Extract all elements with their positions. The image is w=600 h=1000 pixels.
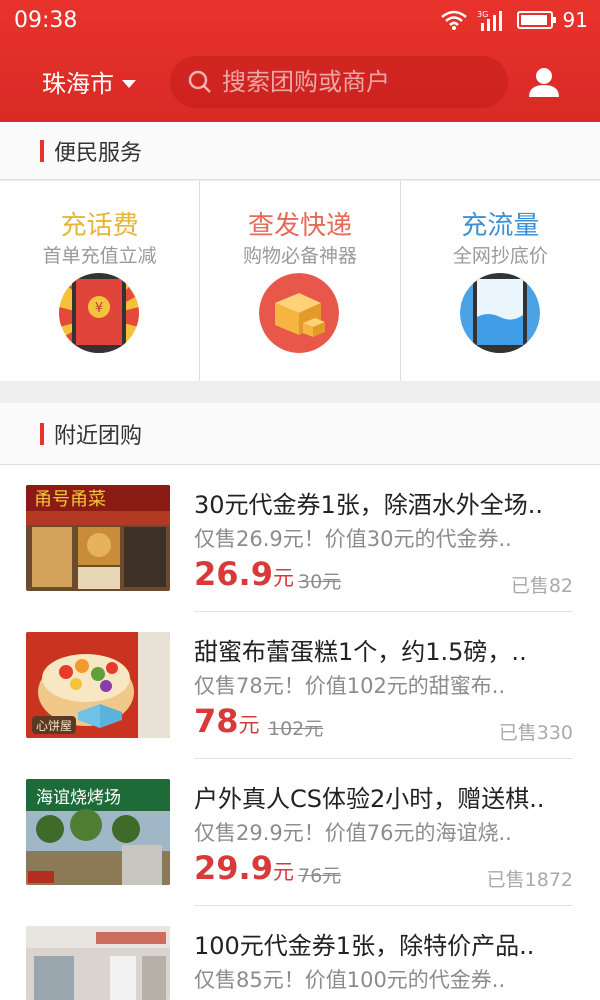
service-subtitle: 全网抄底价 bbox=[452, 245, 548, 267]
deal-sold-count: 已售82 bbox=[510, 575, 573, 597]
svg-text:¥: ¥ bbox=[95, 301, 103, 316]
service-subtitle: 首单充值立减 bbox=[42, 245, 157, 267]
service-subtitle: 购物必备神器 bbox=[242, 245, 357, 267]
chevron-down-icon bbox=[122, 79, 136, 88]
service-title: 充话费 bbox=[60, 211, 139, 241]
user-profile-icon[interactable] bbox=[528, 66, 560, 98]
top-bar: 09:38 3G 91 珠海市 bbox=[0, 0, 600, 122]
deal-thumbnail-restaurant: 甬号甬菜 bbox=[26, 485, 170, 591]
price-value: 26.9 bbox=[194, 555, 273, 593]
deal-item[interactable]: 心饼屋 甜蜜布蕾蛋糕1个，约1.5磅，.. 仅售78元！价值102元的甜蜜布..… bbox=[0, 612, 600, 759]
deal-original-price: 76元 bbox=[298, 865, 342, 887]
app-header: 珠海市 bbox=[0, 42, 600, 122]
deal-item[interactable]: 甬号甬菜 30元代金券1张，除酒水外全场.. 仅售26.9元！价值30元的代金券… bbox=[0, 465, 600, 612]
status-time: 09:38 bbox=[14, 8, 78, 33]
deal-item[interactable]: 海谊烧烤场 户外真人CS体验2小时，赠送棋.. 仅售29.9元！价值76元的海谊… bbox=[0, 759, 600, 906]
nearby-section-header: 附近团购 bbox=[0, 403, 600, 465]
bbq-sign-text: 海谊烧烤场 bbox=[36, 788, 121, 808]
deal-description: 仅售85元！价值100元的代金券.. bbox=[194, 968, 506, 992]
deal-title: 30元代金券1张，除酒水外全场.. bbox=[194, 491, 544, 519]
phone-redpacket-icon: ¥ bbox=[59, 273, 139, 353]
deal-sold-count: 已售1872 bbox=[486, 869, 573, 891]
bakery-logo-text: 心饼屋 bbox=[36, 719, 72, 733]
service-phone-recharge[interactable]: 充话费 首单充值立减 ¥ bbox=[0, 181, 201, 381]
deal-title: 100元代金券1张，除特价产品.. bbox=[194, 932, 535, 960]
battery-level: 91 bbox=[562, 8, 588, 32]
service-title: 查发快递 bbox=[247, 211, 352, 241]
restaurant-sign-text: 甬号甬菜 bbox=[34, 489, 106, 510]
section-accent-bar bbox=[40, 422, 44, 445]
price-unit: 元 bbox=[272, 860, 294, 884]
search-icon bbox=[188, 70, 211, 93]
price-unit: 元 bbox=[272, 566, 294, 590]
price-unit: 元 bbox=[238, 713, 260, 737]
deal-thumbnail-shop bbox=[26, 926, 170, 1000]
deal-title: 甜蜜布蕾蛋糕1个，约1.5磅，.. bbox=[194, 638, 527, 666]
deal-sold-count: 已售330 bbox=[498, 722, 573, 744]
city-name: 珠海市 bbox=[42, 70, 114, 98]
nearby-section-title: 附近团购 bbox=[54, 423, 143, 449]
deal-thumbnail-bbq: 海谊烧烤场 bbox=[26, 779, 170, 885]
deal-thumbnail-cake: 心饼屋 bbox=[26, 632, 170, 738]
service-title: 充流量 bbox=[461, 211, 540, 241]
deal-title: 户外真人CS体验2小时，赠送棋.. bbox=[194, 785, 545, 813]
service-data-recharge[interactable]: 充流量 全网抄底价 bbox=[401, 181, 600, 381]
services-section-title: 便民服务 bbox=[54, 140, 143, 166]
deal-price: 26.9元 bbox=[194, 555, 294, 593]
phone-water-icon bbox=[459, 273, 540, 353]
deal-list: 甬号甬菜 30元代金券1张，除酒水外全场.. 仅售26.9元！价值30元的代金券… bbox=[0, 465, 600, 1000]
deal-description: 仅售26.9元！价值30元的代金券.. bbox=[194, 527, 512, 551]
battery-icon bbox=[516, 11, 556, 29]
search-bar[interactable] bbox=[170, 56, 508, 108]
section-accent-bar bbox=[40, 139, 44, 162]
deal-description: 仅售29.9元！价值76元的海谊烧.. bbox=[194, 821, 512, 845]
cellular-signal-icon: 3G bbox=[477, 9, 507, 31]
deal-price: 29.9元 bbox=[194, 849, 294, 887]
deal-description: 仅售78元！价值102元的甜蜜布.. bbox=[194, 674, 506, 698]
service-express-tracking[interactable]: 查发快递 购物必备神器 bbox=[200, 181, 401, 381]
deal-original-price: 30元 bbox=[298, 571, 342, 593]
deal-item[interactable]: 100元代金券1张，除特价产品.. 仅售85元！价值100元的代金券.. bbox=[0, 906, 600, 1000]
city-selector[interactable]: 珠海市 bbox=[42, 64, 136, 99]
services-grid: 充话费 首单充值立减 ¥ 查发快递 购物必备神器 充流量 全网抄底价 bbox=[0, 181, 600, 381]
package-icon bbox=[259, 273, 340, 353]
deal-price: 78元 bbox=[194, 702, 260, 740]
deal-original-price: 102元 bbox=[268, 718, 324, 740]
search-input[interactable] bbox=[222, 68, 482, 96]
status-bar: 09:38 3G 91 bbox=[0, 0, 600, 42]
price-value: 29.9 bbox=[194, 849, 273, 887]
price-value: 78 bbox=[194, 702, 239, 740]
wifi-icon bbox=[440, 10, 467, 30]
services-section-header: 便民服务 bbox=[0, 122, 600, 180]
network-type-label: 3G bbox=[477, 10, 488, 19]
status-icons: 3G 91 bbox=[440, 8, 588, 32]
